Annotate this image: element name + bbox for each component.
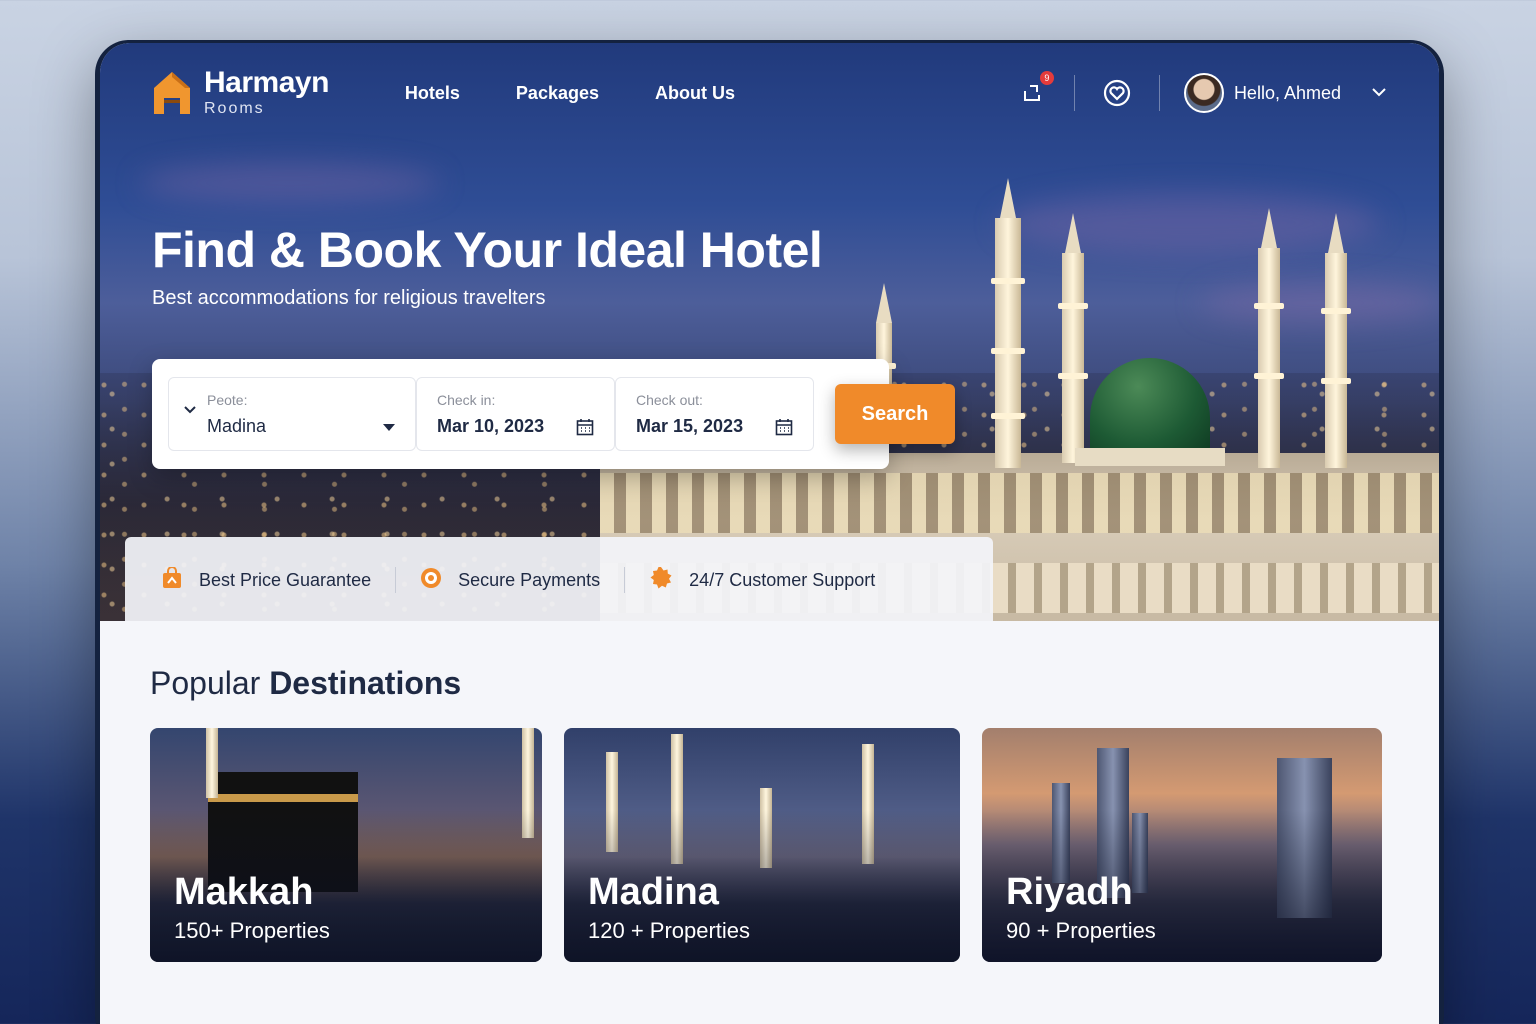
hero-cloud — [1000, 193, 1380, 253]
tag-icon — [161, 565, 183, 594]
app-screen: Harmayn Rooms Hotels Packages About Us 9 — [100, 43, 1439, 1024]
feature-label: Secure Payments — [458, 569, 601, 590]
destination-label: Peote: — [207, 392, 248, 408]
top-navbar: Harmayn Rooms Hotels Packages About Us 9 — [100, 43, 1439, 143]
check-in-field[interactable]: Check in: Mar 10, 2023 — [416, 377, 615, 451]
hero-title: Find & Book Your Ideal Hotel — [152, 222, 823, 278]
nav-hotels-link[interactable]: Hotels — [405, 83, 460, 104]
destination-select[interactable]: Peote: Madina — [168, 377, 416, 451]
check-in-value: Mar 10, 2023 — [437, 416, 545, 436]
dropdown-caret-icon — [383, 424, 395, 431]
brand-sub: Rooms — [204, 100, 265, 117]
check-in-label: Check in: — [437, 392, 496, 408]
check-out-field[interactable]: Check out: Mar 15, 2023 — [615, 377, 814, 451]
minaret-image — [1058, 253, 1088, 463]
nav-divider — [1073, 75, 1075, 111]
search-form: Peote: Madina Check in: Mar 10, 2023 Che… — [152, 359, 889, 469]
check-out-value: Mar 15, 2023 — [636, 416, 744, 436]
card-count: 150+ Properties — [174, 918, 330, 943]
search-button[interactable]: Search — [835, 384, 955, 444]
dome-base-image — [1075, 448, 1225, 466]
notification-badge: 9 — [1039, 71, 1054, 85]
destination-cards: Makkah 150+ Properties Madina 120 + Prop… — [150, 728, 1382, 962]
avatar[interactable] — [1183, 73, 1224, 113]
minaret-image — [991, 218, 1025, 468]
feature-support: 24/7 Customer Support — [649, 566, 875, 595]
hero-subtitle: Best accommodations for religious travel… — [152, 287, 546, 309]
user-greeting: Hello, Ahmed — [1233, 82, 1341, 103]
destination-card-madina[interactable]: Madina 120 + Properties — [564, 728, 960, 962]
support-icon — [649, 566, 673, 595]
card-title: Madina — [588, 871, 719, 913]
destination-card-riyadh[interactable]: Riyadh 90 + Properties — [982, 728, 1382, 962]
card-count: 90 + Properties — [1006, 918, 1156, 943]
feature-secure-payments: Secure Payments — [420, 567, 600, 594]
share-icon[interactable]: 9 — [1014, 71, 1054, 111]
section-title: Popular Destinations — [150, 665, 461, 702]
feature-divider — [624, 567, 626, 593]
feature-divider — [395, 567, 397, 593]
chevron-down-icon — [183, 402, 197, 420]
chevron-down-icon[interactable] — [1371, 84, 1387, 102]
section-title-bold: Destinations — [269, 665, 462, 701]
hero-cloud — [1200, 283, 1439, 323]
destination-card-makkah[interactable]: Makkah 150+ Properties — [150, 728, 542, 962]
user-menu[interactable]: Hello, Ahmed — [1183, 73, 1387, 113]
card-title: Makkah — [174, 871, 314, 913]
calendar-icon[interactable] — [775, 418, 793, 441]
feature-best-price: Best Price Guarantee — [161, 565, 372, 594]
card-count: 120 + Properties — [588, 918, 751, 943]
hero-cloud — [140, 163, 440, 203]
nav-packages-link[interactable]: Packages — [516, 83, 599, 104]
check-out-label: Check out: — [636, 392, 703, 408]
features-bar: Best Price Guarantee Secure Payments 24/… — [125, 537, 993, 621]
card-title: Riyadh — [1006, 871, 1133, 913]
main-menu: Hotels Packages About Us — [405, 83, 735, 104]
logo[interactable]: Harmayn Rooms — [152, 68, 329, 118]
minaret-image — [1321, 253, 1351, 468]
minaret-image — [1254, 248, 1284, 468]
nav-about-link[interactable]: About Us — [655, 83, 735, 104]
feature-label: 24/7 Customer Support — [689, 569, 876, 590]
device-frame: Harmayn Rooms Hotels Packages About Us 9 — [95, 40, 1444, 1024]
hero-section: Harmayn Rooms Hotels Packages About Us 9 — [100, 43, 1439, 621]
brand-name: Harmayn — [204, 66, 329, 99]
section-title-light: Popular — [150, 665, 270, 701]
feature-label: Best Price Guarantee — [199, 569, 372, 590]
nav-divider — [1158, 75, 1160, 111]
logo-house-icon — [152, 70, 192, 116]
destination-value: Madina — [207, 416, 267, 436]
heart-icon[interactable] — [1099, 75, 1135, 111]
calendar-icon[interactable] — [576, 418, 594, 441]
shield-icon — [420, 567, 442, 594]
